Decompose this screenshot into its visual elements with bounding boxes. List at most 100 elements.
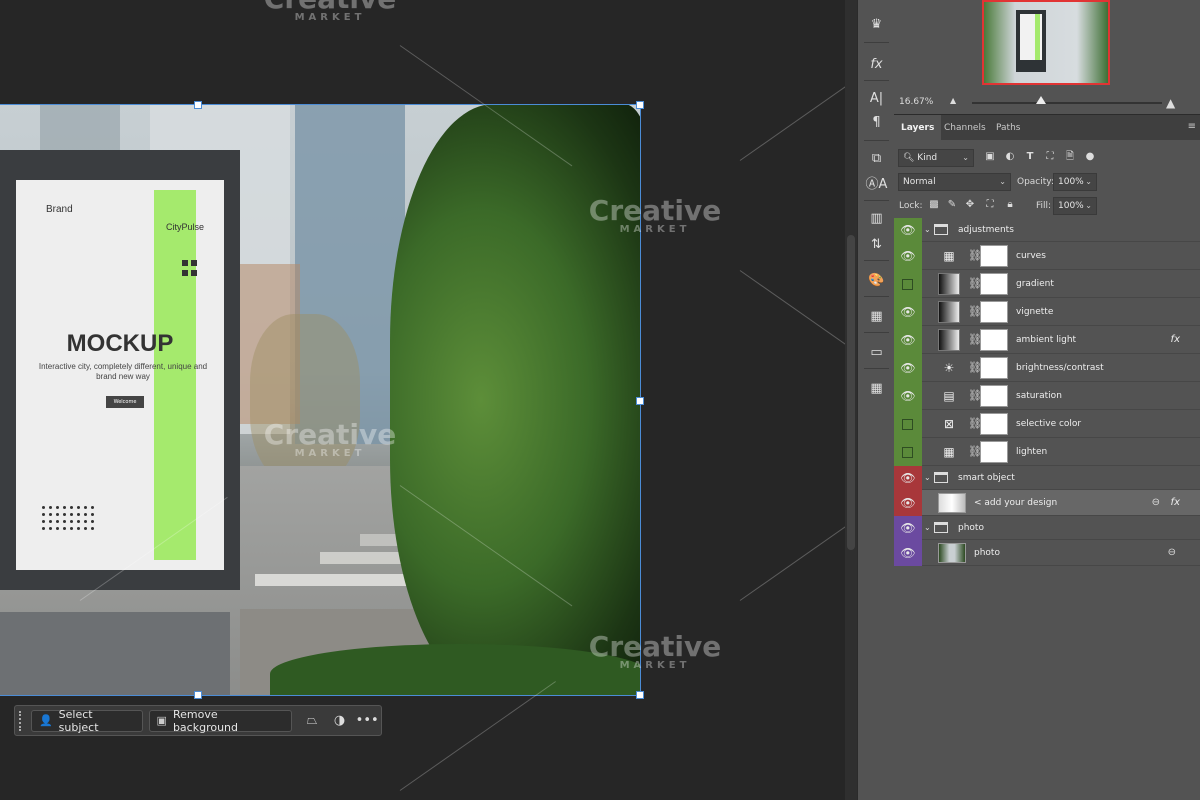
poster-dot (91, 513, 94, 516)
poster-dot (70, 513, 73, 516)
lock-transparent-icon[interactable]: ▩ (926, 197, 942, 213)
layer-mask-thumbnail[interactable] (980, 273, 1008, 295)
layer-row[interactable]: 👁︎ ▦ ⛓ curves (894, 242, 1200, 270)
lock-artboard-icon[interactable]: ⛶ (982, 197, 998, 213)
panel-menu-icon[interactable]: ≡ (1188, 121, 1196, 132)
chevron-down-icon[interactable]: ⌄ (924, 466, 931, 490)
eye-icon[interactable] (894, 410, 922, 438)
layer-row[interactable]: 👁︎ ▤ ⛓ saturation (894, 382, 1200, 410)
navigator-thumbnail[interactable] (982, 0, 1110, 85)
layer-row[interactable]: 👁︎ ⌄ smart object (894, 466, 1200, 490)
libraries-icon[interactable]: ▥ (858, 206, 895, 232)
lock-image-icon[interactable]: ✎ (944, 197, 960, 213)
chevron-down-icon[interactable]: ⌄ (924, 218, 931, 242)
poster-headline: MOCKUP (66, 330, 174, 357)
eye-icon[interactable]: 👁︎ (894, 218, 922, 242)
layer-row[interactable]: 👁︎ ⊖ < add your design fx (894, 490, 1200, 516)
layer-row[interactable]: 👁︎ ⛓ vignette (894, 298, 1200, 326)
gradients-icon[interactable]: ▭ (858, 340, 895, 366)
shape-filter-icon[interactable]: ⛶ (1042, 149, 1058, 165)
eye-icon[interactable]: 👁︎ (894, 466, 922, 490)
character-icon[interactable]: A| (858, 86, 895, 112)
layer-mask-thumbnail[interactable] (980, 329, 1008, 351)
poster-dot (63, 506, 66, 509)
type-filter-icon[interactable]: T (1022, 149, 1038, 165)
mockup-photo[interactable]: Brand CityPulse MOCKUP Interactive city,… (0, 104, 641, 696)
patterns-icon[interactable]: ▦ (858, 376, 895, 402)
layer-row[interactable]: 👁︎ ⛓ ambient light fx (894, 326, 1200, 354)
poster-welcome-button: Welcome (106, 396, 144, 408)
scrollbar-thumb[interactable] (847, 235, 855, 550)
tab-paths[interactable]: Paths (989, 115, 1027, 141)
lock-position-icon[interactable]: ✥ (962, 197, 978, 213)
layer-mask-thumbnail[interactable] (980, 245, 1008, 267)
blend-mode-select[interactable]: Normal ⌄ (898, 173, 1011, 191)
zoom-slider[interactable] (972, 102, 1162, 104)
curves-icon: ▦ (943, 249, 955, 263)
layer-mask-thumbnail[interactable] (980, 301, 1008, 323)
layer-row[interactable]: ▦ ⛓ lighten (894, 438, 1200, 466)
zoom-slider-knob[interactable] (1036, 96, 1046, 104)
fx-icon[interactable]: fx (1171, 326, 1180, 354)
select-subject-button[interactable]: 👤 Select subject (30, 708, 143, 734)
layer-name: photo (958, 523, 984, 533)
poster-dot (49, 527, 52, 530)
layer-mask-thumbnail[interactable] (980, 357, 1008, 379)
adjustment-icon[interactable]: ◑ (326, 713, 354, 728)
transform-icon[interactable]: ⏢ (298, 713, 326, 728)
color-palette-icon[interactable]: 🎨 (858, 268, 895, 294)
tab-channels[interactable]: Channels (937, 115, 993, 141)
layer-mask-thumbnail[interactable] (980, 441, 1008, 463)
layer-name: vignette (1016, 307, 1054, 317)
tab-layers[interactable]: Layers (894, 115, 942, 141)
layer-name: gradient (1016, 279, 1054, 289)
layer-row[interactable]: 👁︎ ⌄ adjustments (894, 218, 1200, 242)
document-canvas[interactable]: Brand CityPulse MOCKUP Interactive city,… (0, 0, 913, 800)
eye-icon[interactable]: 👁︎ (894, 516, 922, 540)
layer-mask-thumbnail[interactable] (980, 385, 1008, 407)
eye-icon[interactable]: 👁︎ (894, 326, 922, 354)
eye-icon[interactable] (894, 438, 922, 466)
eye-icon[interactable]: 👁︎ (894, 490, 922, 516)
opacity-field[interactable]: 100% ⌄ (1053, 173, 1097, 191)
layer-row[interactable]: ⊠ ⛓ selective color (894, 410, 1200, 438)
zoom-value[interactable]: 16.67% (899, 97, 933, 107)
zoom-out-icon[interactable]: ▲ (950, 96, 956, 105)
adjustment-filter-icon[interactable]: ◐ (1002, 149, 1018, 165)
layer-row[interactable]: 👁︎ ⌄ photo (894, 516, 1200, 540)
styles-fx-icon[interactable]: fx (858, 52, 895, 78)
poster-dot (84, 513, 87, 516)
contextual-task-bar[interactable]: 👤 Select subject ▣ Remove background ⏢ ◑… (14, 705, 382, 736)
layer-mask-thumbnail[interactable] (980, 413, 1008, 435)
filter-kind-select[interactable]: 🔍︎ Kind ⌄ (898, 149, 974, 167)
eye-icon[interactable]: 👁︎ (894, 242, 922, 270)
filter-toggle-icon[interactable]: ● (1082, 149, 1098, 165)
eye-icon[interactable]: 👁︎ (894, 540, 922, 566)
eye-icon[interactable]: 👁︎ (894, 354, 922, 382)
eye-icon[interactable] (894, 270, 922, 298)
layer-row[interactable]: ⛓ gradient (894, 270, 1200, 298)
eye-icon[interactable]: 👁︎ (894, 298, 922, 326)
layer-row[interactable]: 👁︎ ⊖ photo (894, 540, 1200, 566)
clone-source-icon[interactable]: ⧉ (858, 146, 895, 172)
layer-row[interactable]: 👁︎ ☀ ⛓ brightness/contrast (894, 354, 1200, 382)
histogram-icon[interactable]: ♛ (858, 12, 895, 38)
lock-all-icon[interactable]: 🔒︎ (1002, 197, 1018, 213)
more-options-button[interactable]: ••• (353, 713, 381, 728)
pixel-filter-icon[interactable]: ▣ (982, 149, 998, 165)
chevron-down-icon[interactable]: ⌄ (924, 516, 931, 540)
fill-field[interactable]: 100% ⌄ (1053, 197, 1097, 215)
eye-icon[interactable]: 👁︎ (894, 382, 922, 410)
smart-object-filter-icon[interactable]: 🗎 (1062, 149, 1078, 165)
drag-handle[interactable] (19, 710, 23, 731)
properties-icon[interactable]: ⇅ (858, 232, 895, 258)
gradient-thumbnail (938, 329, 960, 351)
remove-background-button[interactable]: ▣ Remove background (148, 708, 293, 734)
swatches-icon[interactable]: ▦ (858, 304, 895, 330)
zoom-in-icon[interactable]: ▲ (1166, 96, 1175, 110)
chevron-down-icon: ⌄ (999, 177, 1006, 186)
canvas-scrollbar[interactable] (845, 0, 857, 800)
paragraph-icon[interactable]: ¶ (858, 110, 895, 136)
glyphs-icon[interactable]: ⒶA (858, 172, 895, 198)
fx-icon[interactable]: fx (1171, 490, 1180, 516)
